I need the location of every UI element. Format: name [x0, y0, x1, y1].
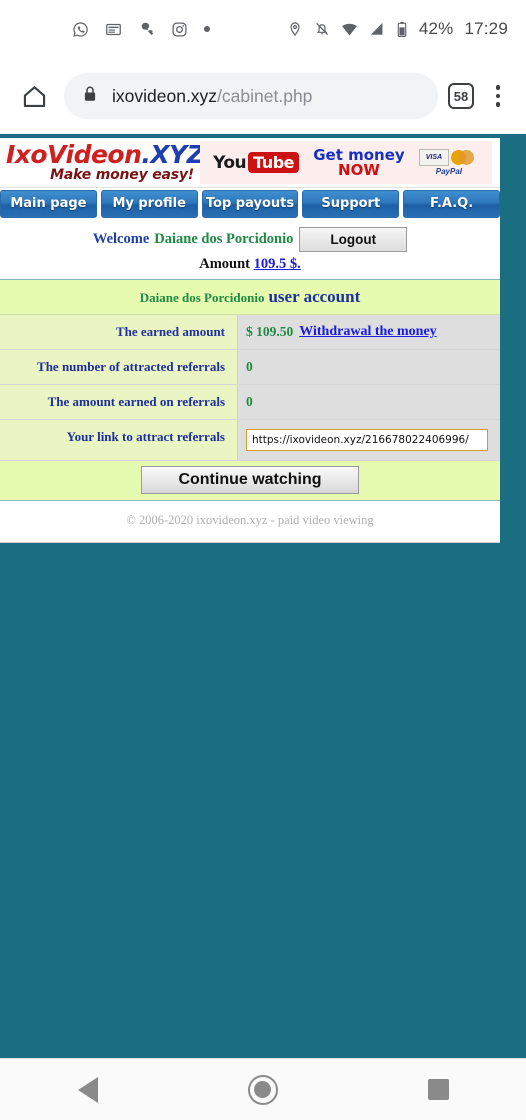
clock-label: 17:29 [464, 19, 508, 38]
welcome-username: Daiane dos Porcidonio [154, 231, 294, 247]
device-screen: 42% 17:29 ixovideon.xyz/cabinet.php 58 I… [0, 0, 526, 1120]
account-table-footer: Continue watching [0, 461, 500, 500]
earned-amount-value: $ 109.50 [246, 324, 294, 339]
table-row: The earned amount $ 109.50 Withdrawal th… [0, 315, 500, 350]
instagram-icon [171, 21, 188, 38]
account-header-username: Daiane dos Porcidonio [139, 290, 265, 305]
battery-percent-label: 42% [418, 19, 454, 38]
url-path: /cabinet.php [217, 85, 313, 106]
cellular-signal-icon [369, 21, 385, 37]
logo-text: IxoVideon.XYZ [6, 140, 205, 169]
youtube-tube-text: Tube [248, 152, 299, 173]
url-host: ixovideon.xyz [112, 85, 218, 106]
payment-methods: VISA PayPal [418, 149, 479, 176]
youtube-you-text: You [213, 152, 247, 173]
row-value-earned-amount: $ 109.50 Withdrawal the money [238, 315, 500, 349]
tab-switcher-button[interactable]: 58 [448, 83, 474, 109]
row-label-referral-earnings: The amount earned on referrals [0, 385, 238, 419]
status-bar-notification-icons [18, 21, 210, 38]
table-row: The number of attracted referrals 0 [0, 350, 500, 385]
referral-link-input[interactable] [246, 429, 488, 451]
welcome-line: Welcome Daiane dos Porcidonio Logout [0, 227, 500, 252]
web-page: IxoVideon.XYZ Make money easy! You Tube … [0, 138, 500, 543]
lock-icon [82, 85, 98, 108]
site-footer: © 2006-2020 ixovideon.xyz - paid video v… [0, 500, 500, 542]
overflow-menu-icon[interactable] [484, 85, 512, 107]
site-header: IxoVideon.XYZ Make money easy! You Tube … [0, 138, 500, 188]
youtube-logo-icon: You Tube [213, 152, 299, 173]
notifications-off-icon [314, 21, 330, 37]
table-row: Your link to attract referrals [0, 420, 500, 461]
android-navigation-bar [0, 1058, 526, 1120]
android-status-bar: 42% 17:29 [0, 0, 526, 58]
row-label-referral-link: Your link to attract referrals [0, 420, 238, 460]
row-label-referrals-count: The number of attracted referrals [0, 350, 238, 384]
home-circle-icon[interactable] [233, 1070, 293, 1110]
mastercard-icon [450, 149, 479, 166]
site-logo[interactable]: IxoVideon.XYZ Make money easy! [0, 138, 205, 187]
account-table-header: Daiane dos Porcidonio user account [0, 280, 500, 315]
url-text: ixovideon.xyz/cabinet.php [112, 86, 312, 107]
row-label-earned-amount: The earned amount [0, 315, 238, 349]
banner-headline-line2: NOW [338, 160, 380, 179]
row-value-referral-earnings: 0 [238, 385, 500, 419]
site-navigation: Main page My profile Top payouts Support… [0, 188, 500, 220]
location-pin-icon [287, 21, 303, 37]
nav-item-top-payouts[interactable]: Top payouts [201, 190, 299, 218]
back-triangle-icon[interactable] [58, 1070, 118, 1110]
nav-item-support[interactable]: Support [302, 190, 400, 218]
account-table: Daiane dos Porcidonio user account The ea… [0, 279, 500, 500]
wifi-icon [341, 21, 358, 38]
status-bar-system-icons: 42% 17:29 [287, 19, 508, 39]
nav-item-my-profile[interactable]: My profile [100, 190, 198, 218]
visa-card-icon: VISA [418, 149, 449, 166]
card-logos-row: VISA [418, 149, 479, 166]
row-value-referrals-count: 0 [238, 350, 500, 384]
advertisement-banner[interactable]: You Tube Get money NOW VISA PayPal [200, 141, 492, 184]
welcome-greeting: Welcome [92, 231, 150, 247]
welcome-block: Welcome Daiane dos Porcidonio Logout Amo… [0, 220, 500, 279]
browser-toolbar: ixovideon.xyz/cabinet.php 58 [0, 58, 526, 134]
recents-square-icon[interactable] [408, 1070, 468, 1110]
address-bar[interactable]: ixovideon.xyz/cabinet.php [64, 73, 438, 119]
nav-item-faq[interactable]: F.A.Q. [403, 190, 500, 218]
paypal-icon: PayPal [435, 167, 463, 176]
messenger-icon [138, 21, 155, 38]
battery-icon [396, 21, 408, 38]
amount-value-link[interactable]: 109.5 $. [254, 256, 301, 272]
logo-name-part1: IxoVideon [6, 140, 142, 169]
home-icon[interactable] [14, 76, 54, 116]
logo-name-part2: .XYZ [141, 140, 205, 169]
withdrawal-link[interactable]: Withdrawal the money [299, 324, 436, 340]
more-notifications-dot-icon [204, 26, 210, 32]
amount-label: Amount [199, 256, 250, 272]
continue-watching-button[interactable]: Continue watching [141, 466, 359, 494]
nav-item-main-page[interactable]: Main page [0, 190, 97, 218]
amount-line: Amount 109.5 $. [0, 256, 500, 273]
banner-headline: Get money NOW [313, 147, 404, 179]
account-header-title: user account [268, 287, 361, 306]
row-value-referral-link [238, 420, 500, 460]
logout-button[interactable]: Logout [299, 227, 408, 252]
logo-tagline: Make money easy! [50, 167, 194, 183]
news-feed-icon [105, 21, 122, 38]
table-row: The amount earned on referrals 0 [0, 385, 500, 420]
whatsapp-icon [72, 21, 89, 38]
